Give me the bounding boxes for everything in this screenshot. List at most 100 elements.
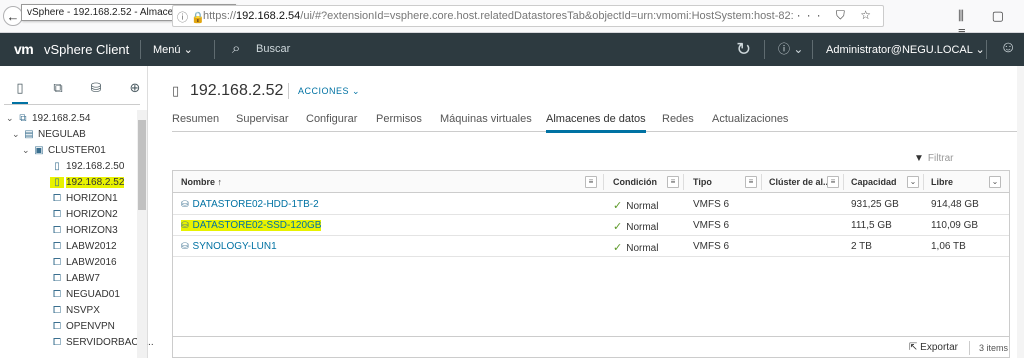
items-count: 3 items: [979, 343, 1009, 353]
user-menu-button[interactable]: Administrator@NEGU.LOCAL ⌄: [826, 43, 985, 56]
tab-actualizaciones[interactable]: Actualizaciones: [712, 113, 788, 125]
column-menu-icon[interactable]: ≡: [745, 176, 757, 188]
back-button[interactable]: ←: [3, 6, 23, 26]
tree-item-label: NSVPX: [66, 304, 100, 316]
tree-item-label: HORIZON3: [66, 224, 118, 236]
tab-maquinas-virtuales[interactable]: Máquinas virtuales: [440, 113, 532, 125]
tree-item-label: HORIZON2: [66, 208, 118, 220]
tree-item[interactable]: ⧠ HORIZON2: [40, 206, 118, 222]
filter-input[interactable]: ▼ Filtrar: [914, 153, 953, 164]
tree-item[interactable]: ⌄ ▤ NEGULAB: [12, 126, 86, 142]
datastore-name-link[interactable]: ⛁ SYNOLOGY-LUN1: [181, 241, 277, 252]
tree-item[interactable]: ⧠ HORIZON3: [40, 222, 118, 238]
tab-configurar[interactable]: Configurar: [306, 113, 357, 125]
tab-redes[interactable]: Redes: [662, 113, 694, 125]
url-text[interactable]: https://192.168.2.54/ui/#?extensionId=vs…: [203, 10, 793, 22]
search-icon[interactable]: ⌕: [232, 40, 240, 57]
status-cell: ✓ Normal: [613, 200, 659, 212]
tree-item-label: 192.168.2.50: [66, 160, 125, 172]
tree-item[interactable]: ⌄ ⧉ 192.168.2.54: [6, 110, 90, 126]
tree-item[interactable]: ⧠ LABW2016: [40, 254, 117, 270]
table-row[interactable]: ⛁ SYNOLOGY-LUN1 ✓ Normal VMFS 6 2 TB 1,06 TB: [173, 236, 1009, 257]
tree-item-label: CLUSTER01: [48, 144, 106, 156]
table-header: Nombre ↑ ≡ Condición ≡ Tipo ≡ Clúster de…: [173, 171, 1009, 193]
column-header-condicion[interactable]: Condición: [613, 177, 657, 187]
column-header-libre[interactable]: Libre: [931, 177, 953, 187]
page-title: 192.168.2.52: [190, 82, 284, 99]
tree-item-label: NEGUAD01: [66, 288, 120, 300]
actions-menu-button[interactable]: ACCIONES ⌄: [298, 86, 360, 97]
column-menu-icon[interactable]: ⌄: [907, 176, 919, 188]
inventory-object-icon: ⧠: [53, 320, 61, 332]
tree-item-label: HORIZON1: [66, 192, 118, 204]
divider: [288, 83, 289, 99]
page-scrollbar[interactable]: [1017, 66, 1024, 358]
check-icon: ✓: [613, 242, 623, 254]
free-cell: 1,06 TB: [931, 241, 966, 252]
datastore-icon: ⛁: [181, 199, 189, 209]
table-row[interactable]: ⛁ DATASTORE02-SSD-120GB ✓ Normal VMFS 6 111,5…: [173, 215, 1009, 236]
tab-supervisar[interactable]: Supervisar: [236, 113, 289, 125]
url-bar[interactable]: ⓘ 🔒 https://192.168.2.54/ui/#?extensionI…: [172, 5, 884, 27]
vm-logo: vm: [14, 41, 34, 57]
free-cell: 110,09 GB: [931, 220, 979, 231]
column-menu-icon[interactable]: ≡: [667, 176, 679, 188]
tree-item[interactable]: ▯ 192.168.2.50: [40, 158, 124, 174]
tree-item-label: OPENVPN: [66, 320, 115, 332]
tree-item[interactable]: ⧠ OPENVPN: [40, 318, 115, 334]
column-header-nombre[interactable]: Nombre ↑: [181, 177, 222, 187]
inventory-object-icon: ▤: [24, 128, 34, 140]
datastore-name-link[interactable]: ⛁ DATASTORE02-HDD-1TB-2: [181, 199, 319, 210]
chevron-down-icon[interactable]: ⌄: [22, 145, 32, 156]
table-row[interactable]: ⛁ DATASTORE02-HDD-1TB-2 ✓ Normal VMFS 6 931,2…: [173, 194, 1009, 215]
export-icon: ⇱: [909, 342, 921, 353]
tree-scrollbar[interactable]: [137, 110, 147, 358]
divider: [4, 104, 140, 105]
divider: [986, 40, 987, 59]
inventory-object-icon: ⧠: [53, 336, 61, 348]
vms-templates-tab-icon[interactable]: ⧉: [50, 80, 66, 96]
column-header-cluster[interactable]: Clúster de al...: [769, 177, 831, 187]
tree-item[interactable]: ⧠ LABW2012: [40, 238, 117, 254]
tab-permisos[interactable]: Permisos: [376, 113, 422, 125]
inventory-object-icon: ▯: [54, 160, 60, 172]
menu-button[interactable]: Menú ⌄: [153, 43, 193, 56]
storage-tab-icon[interactable]: ⛁: [88, 80, 104, 96]
column-menu-icon[interactable]: ≡: [827, 176, 839, 188]
tab-almacenes-de-datos[interactable]: Almacenes de datos: [546, 113, 646, 133]
column-menu-icon[interactable]: ⌄: [989, 176, 1001, 188]
status-cell: ✓ Normal: [613, 242, 659, 254]
scrollbar-thumb[interactable]: [138, 120, 146, 210]
column-menu-icon[interactable]: ≡: [585, 176, 597, 188]
inventory-object-icon: ▯: [50, 176, 64, 188]
divider: [764, 40, 765, 59]
host-icon: ▯: [172, 83, 180, 98]
tree-item[interactable]: ⌄ ▣ CLUSTER01: [22, 142, 106, 158]
tree-item[interactable]: ⧠ NEGUAD01: [40, 286, 120, 302]
column-header-capacidad[interactable]: Capacidad: [851, 177, 897, 187]
tree-item[interactable]: ⧠ HORIZON1: [40, 190, 118, 206]
chevron-down-icon[interactable]: ⌄: [12, 129, 22, 140]
tree-item[interactable]: ▯ 192.168.2.52: [40, 174, 125, 190]
tab-resumen[interactable]: Resumen: [172, 113, 219, 125]
inventory-object-icon: ⧠: [53, 256, 61, 268]
column-header-tipo[interactable]: Tipo: [693, 177, 712, 187]
type-cell: VMFS 6: [693, 241, 730, 252]
networking-tab-icon[interactable]: ⊕: [127, 80, 143, 96]
export-button[interactable]: ⇱ Exportar: [909, 342, 958, 353]
chevron-down-icon[interactable]: ⌄: [6, 113, 16, 124]
refresh-icon[interactable]: ↻: [736, 39, 751, 60]
tree-item-label: LABW2012: [66, 240, 117, 252]
feedback-smile-icon[interactable]: ☺: [1000, 39, 1016, 57]
site-info-icon[interactable]: ⓘ 🔒: [177, 9, 205, 25]
tree-item[interactable]: ⧠ NSVPX: [40, 302, 100, 318]
search-input[interactable]: Buscar: [256, 43, 290, 55]
help-menu-button[interactable]: ⓘ ⌄: [778, 40, 803, 57]
check-icon: ✓: [613, 200, 623, 212]
page-actions-icons[interactable]: ··· ⛉ ☆: [797, 8, 877, 23]
tree-item[interactable]: ⧠ LABW7: [40, 270, 100, 286]
hosts-clusters-tab-icon[interactable]: ▯: [12, 80, 28, 104]
divider: [812, 40, 813, 59]
divider: [843, 174, 844, 190]
datastore-name-link[interactable]: ⛁ DATASTORE02-SSD-120GB: [181, 220, 322, 231]
